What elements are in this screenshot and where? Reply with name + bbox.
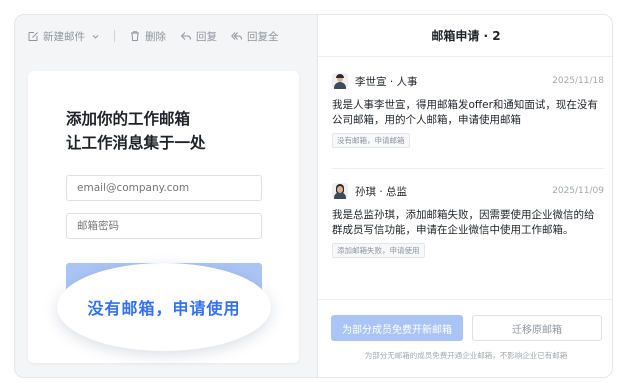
reply-button[interactable]: 回复 xyxy=(180,29,217,44)
reply-all-label: 回复全 xyxy=(247,30,279,43)
chevron-down-icon[interactable] xyxy=(91,32,100,41)
request-date: 2025/11/09 xyxy=(552,186,604,196)
request-tag: 没有邮箱，申请邮箱 xyxy=(332,133,410,148)
migrate-mailbox-button[interactable]: 迁移原邮箱 xyxy=(472,315,602,341)
new-mail-button[interactable]: 新建邮件 xyxy=(27,29,100,44)
toolbar-divider xyxy=(114,30,115,42)
promo-title: 添加你的工作邮箱 让工作消息集于一处 xyxy=(66,110,206,152)
request-divider xyxy=(332,168,604,169)
request-item[interactable]: 孙琪 · 总监 2025/11/09 我是总监孙琪，添加邮箱失败，因需要使用企业… xyxy=(332,181,604,258)
reply-label: 回复 xyxy=(196,30,217,43)
request-header: 孙琪 · 总监 2025/11/09 xyxy=(332,181,604,201)
avatar xyxy=(332,73,348,89)
email-field[interactable] xyxy=(66,175,262,201)
mail-toolbar: 新建邮件 删除 回复 回复全 xyxy=(15,15,317,57)
requester-name: 李世宣 · 人事 xyxy=(355,75,418,88)
reply-all-icon xyxy=(231,32,242,40)
new-mail-label: 新建邮件 xyxy=(43,30,85,43)
delete-label: 删除 xyxy=(145,30,166,43)
panel-footer: 为部分成员免费开新邮箱 迁移原邮箱 为部分无邮箱的成员免费开通企业邮箱，不影响企… xyxy=(318,299,612,377)
reply-all-button[interactable]: 回复全 xyxy=(231,29,279,44)
request-item[interactable]: 李世宣 · 人事 2025/11/18 我是人事李世宣，得用邮箱发offer和通… xyxy=(332,71,604,148)
footer-note: 为部分无邮箱的成员免费开通企业邮箱，不影响企业已有邮箱 xyxy=(364,351,568,360)
delete-button[interactable]: 删除 xyxy=(129,29,166,44)
request-date: 2025/11/18 xyxy=(552,76,604,86)
apply-callout-bubble[interactable]: 没有邮箱，申请使用 xyxy=(57,263,271,351)
reply-icon xyxy=(180,32,191,40)
mail-pane: 新建邮件 删除 回复 回复全 添加你的工作邮箱 让工作消息集于一处 email@… xyxy=(15,15,317,377)
trash-icon xyxy=(131,31,139,41)
app-window: 新建邮件 删除 回复 回复全 添加你的工作邮箱 让工作消息集于一处 email@… xyxy=(14,14,613,378)
request-message: 我是人事李世宣，得用邮箱发offer和通知面试，现在没有公司邮箱，用的个人邮箱，… xyxy=(332,99,598,126)
panel-title: 邮箱申请 · 2 xyxy=(318,15,612,57)
request-tag: 添加邮箱失败，申请使用 xyxy=(332,243,425,258)
avatar xyxy=(332,183,348,199)
request-header: 李世宣 · 人事 2025/11/18 xyxy=(332,71,604,91)
password-field[interactable] xyxy=(66,213,262,239)
requester-name: 孙琪 · 总监 xyxy=(355,185,408,198)
request-panel: 邮箱申请 · 2 李世宣 · 人事 2025/11/18 我是人事李世宣，得用邮… xyxy=(317,15,612,377)
apply-callout-text: 没有邮箱，申请使用 xyxy=(87,299,241,318)
open-new-mailbox-button[interactable]: 为部分成员免费开新邮箱 xyxy=(331,315,463,341)
request-message: 我是总监孙琪，添加邮箱失败，因需要使用企业微信的给群成员写信功能，申请在企业微信… xyxy=(332,209,595,236)
compose-icon xyxy=(28,32,38,41)
